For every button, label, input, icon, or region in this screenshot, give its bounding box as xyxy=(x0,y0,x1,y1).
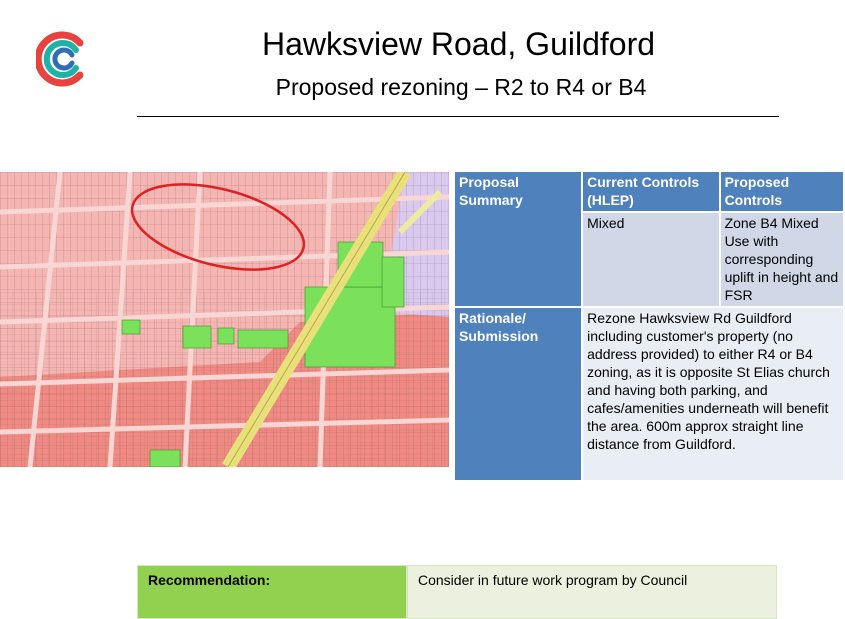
proposal-summary-label: Proposal Summary xyxy=(452,170,584,308)
recommendation-value: Consider in future work program by Counc… xyxy=(407,565,777,619)
proposal-summary-table: Proposal Summary Current Controls (HLEP)… xyxy=(452,170,845,482)
slide-subtitle: Proposed rezoning – R2 to R4 or B4 xyxy=(275,74,647,100)
current-controls-header: Current Controls (HLEP) xyxy=(581,170,721,213)
recommendation-label: Recommendation: xyxy=(137,565,407,619)
current-controls-value: Mixed xyxy=(581,211,721,308)
title-divider xyxy=(137,116,779,117)
recommendation-box: Recommendation: Consider in future work … xyxy=(137,565,777,619)
rationale-label: Rationale/ Submission xyxy=(452,306,584,482)
zoning-map xyxy=(0,172,449,467)
rationale-text: Rezone Hawksview Rd Guildford including … xyxy=(581,306,845,482)
proposed-controls-header: Proposed Controls xyxy=(718,170,845,213)
slide-title: Hawksview Road, Guildford xyxy=(261,26,656,62)
proposed-controls-value: Zone B4 Mixed Use with corresponding upl… xyxy=(718,211,845,308)
